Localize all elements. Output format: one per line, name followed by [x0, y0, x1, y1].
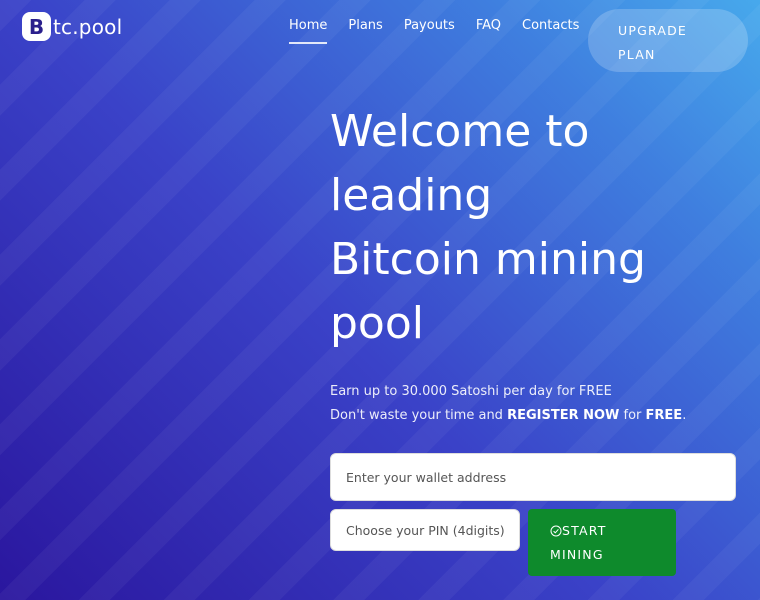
hero-headline: Welcome to leading Bitcoin mining pool [330, 100, 750, 356]
nav-contacts[interactable]: Contacts [522, 18, 579, 44]
pin-input[interactable] [330, 509, 520, 551]
headline-line-1: Welcome to [330, 106, 590, 157]
headline-line-4: pool [330, 298, 424, 349]
headline-line-3: Bitcoin mining [330, 234, 646, 285]
upgrade-label-line2: PLAN [618, 47, 656, 62]
check-circle-icon [550, 525, 562, 537]
hero-subtitle: Earn up to 30.000 Satoshi per day for FR… [330, 380, 686, 428]
nav-home[interactable]: Home [289, 18, 328, 44]
main-nav: Home Plans Payouts FAQ Contacts [289, 18, 600, 44]
free-text: FREE [645, 408, 683, 423]
nav-payouts[interactable]: Payouts [404, 18, 455, 44]
upgrade-plan-button[interactable]: UPGRADE PLAN [588, 9, 748, 72]
start-mining-button[interactable]: START MINING [528, 509, 676, 576]
subtitle-register-end: . [682, 408, 687, 423]
start-label-line2: MINING [550, 547, 604, 562]
subtitle-earn: Earn up to 30.000 Satoshi per day for FR… [330, 384, 612, 399]
nav-faq[interactable]: FAQ [476, 18, 501, 44]
subtitle-register-mid: for [619, 408, 646, 423]
logo-letter: B [28, 14, 45, 39]
logo-text: tc.pool [53, 14, 123, 39]
start-label-line1: START [562, 523, 607, 538]
wallet-address-input[interactable] [330, 453, 736, 501]
register-now-text: REGISTER NOW [507, 408, 620, 423]
nav-plans[interactable]: Plans [348, 18, 382, 44]
logo-mark: B [22, 12, 51, 41]
site-logo[interactable]: B tc.pool [22, 12, 122, 41]
subtitle-register-pre: Don't waste your time and [330, 408, 508, 423]
subtitle-register: Don't waste your time and REGISTER NOW f… [330, 404, 686, 428]
headline-line-2: leading [330, 170, 493, 221]
upgrade-label-line1: UPGRADE [618, 23, 688, 38]
